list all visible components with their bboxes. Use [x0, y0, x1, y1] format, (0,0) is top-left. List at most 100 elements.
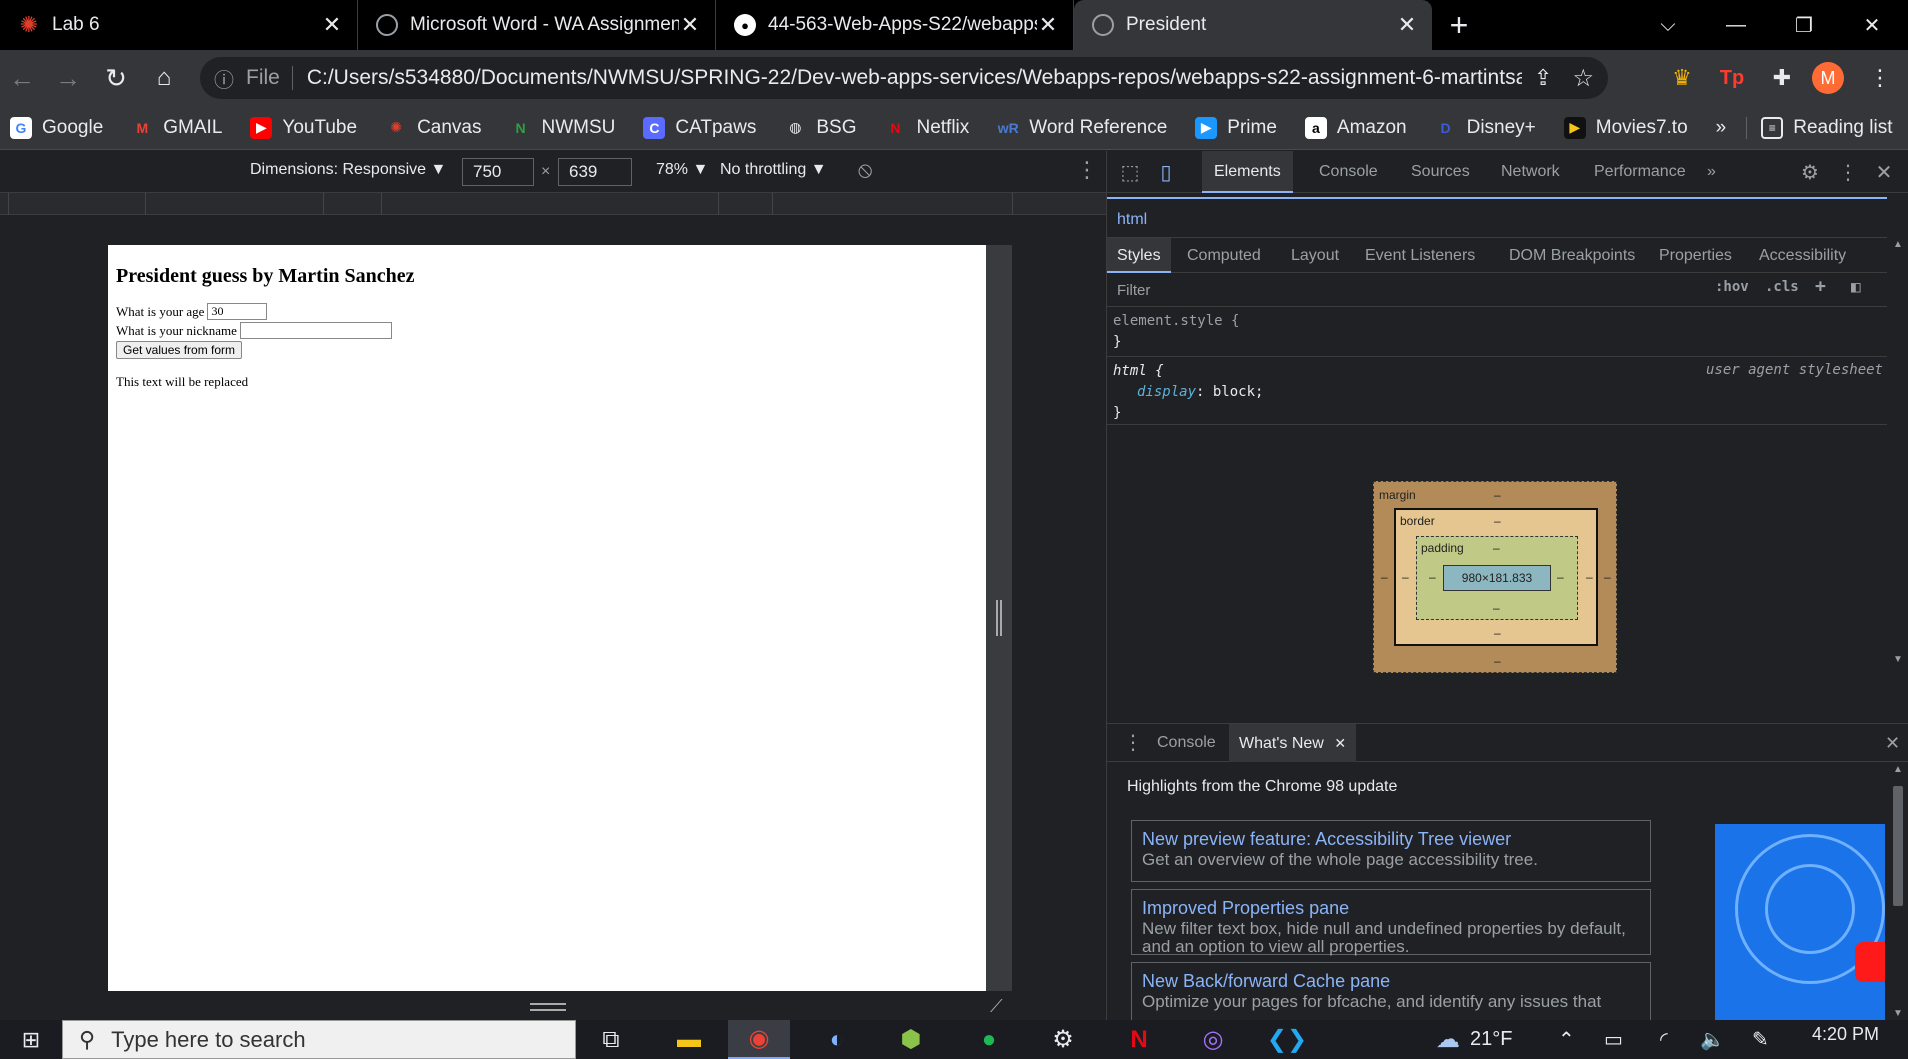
drawer-tab-console[interactable]: Console: [1147, 724, 1226, 762]
tray-chevron-icon[interactable]: ⌃: [1558, 1020, 1575, 1059]
hov-toggle[interactable]: :hov: [1715, 279, 1749, 295]
profile-avatar[interactable]: M: [1812, 62, 1844, 94]
box-model-content[interactable]: 980×181.833: [1443, 565, 1551, 591]
padding-right-value[interactable]: –: [1557, 570, 1564, 584]
box-model-padding[interactable]: padding – – – – 980×181.833: [1416, 536, 1578, 620]
devtools-menu-icon[interactable]: ⋮: [1835, 159, 1861, 185]
close-drawer-icon[interactable]: ✕: [1875, 724, 1908, 762]
padding-left-value[interactable]: –: [1429, 570, 1436, 584]
tp-extension-icon[interactable]: Tp: [1716, 62, 1748, 94]
settings-gear-icon[interactable]: ⚙: [1032, 1020, 1094, 1059]
padding-top-value[interactable]: –: [1493, 541, 1500, 555]
zoom-dropdown[interactable]: 78% ▼: [656, 161, 708, 179]
taskbar-search[interactable]: ⚲ Type here to search: [62, 1020, 576, 1059]
reading-list-button[interactable]: ≡ Reading list: [1746, 116, 1893, 139]
margin-right-value[interactable]: –: [1604, 570, 1611, 584]
dimensions-dropdown[interactable]: Dimensions: Responsive ▼: [250, 161, 446, 179]
task-view-icon[interactable]: ⧉: [580, 1020, 642, 1059]
subtab-computed[interactable]: Computed: [1177, 238, 1271, 273]
box-model-border[interactable]: border – – – – padding – – – – 980×181.8…: [1394, 508, 1598, 646]
media-query-ruler[interactable]: [0, 193, 1106, 215]
throttling-dropdown[interactable]: No throttling ▼: [720, 161, 827, 179]
tab-president[interactable]: President ✕: [1074, 0, 1432, 50]
bookmark-amazon[interactable]: a Amazon: [1304, 116, 1407, 139]
drawer-scrollbar[interactable]: ▲ ▼: [1887, 762, 1908, 1021]
padding-bottom-value[interactable]: –: [1493, 601, 1500, 615]
viewport-resize-handle-bottom[interactable]: [530, 1003, 566, 1011]
drawer-tab-whats-new[interactable]: What's New ✕: [1229, 724, 1357, 762]
reload-icon[interactable]: ↻: [98, 60, 134, 96]
close-icon[interactable]: ✕: [1396, 12, 1418, 38]
bookmark-google[interactable]: G Google: [10, 116, 103, 139]
home-icon[interactable]: ⌂: [146, 60, 182, 96]
subtab-layout[interactable]: Layout: [1281, 238, 1349, 273]
spotify-icon[interactable]: ●: [958, 1020, 1020, 1059]
box-model-margin[interactable]: margin – – – – border – – – – padding – …: [1373, 481, 1617, 673]
tab-lab6[interactable]: ✺ Lab 6 ✕: [0, 0, 358, 50]
box-app-icon[interactable]: ⬢: [880, 1020, 942, 1059]
subtab-event-listeners[interactable]: Event Listeners: [1355, 238, 1485, 273]
chrome-icon[interactable]: ◉: [728, 1020, 790, 1059]
rotate-icon[interactable]: ⦸: [858, 157, 872, 183]
restore-button[interactable]: ❐: [1770, 0, 1838, 50]
puzzle-extensions-icon[interactable]: ✚: [1766, 62, 1798, 94]
share-icon[interactable]: ⇪: [1534, 65, 1552, 91]
paint-icon[interactable]: ◐: [806, 1020, 868, 1059]
address-bar[interactable]: ⓘ File C:/Users/s534880/Documents/NWMSU/…: [200, 57, 1608, 99]
wifi-icon[interactable]: ◜: [1660, 1020, 1668, 1059]
margin-bottom-value[interactable]: –: [1494, 654, 1501, 668]
age-input[interactable]: [207, 303, 268, 320]
nickname-input[interactable]: [239, 322, 392, 339]
bookmark-youtube[interactable]: ▶ YouTube: [250, 116, 357, 139]
cls-toggle[interactable]: .cls: [1765, 279, 1799, 295]
sidebar-toggle-icon[interactable]: ◧: [1851, 277, 1861, 296]
subtab-accessibility[interactable]: Accessibility: [1749, 238, 1856, 273]
border-right-value[interactable]: –: [1586, 570, 1593, 584]
crown-extension-icon[interactable]: ♛: [1666, 62, 1698, 94]
new-tab-button[interactable]: +: [1432, 0, 1486, 50]
bookmark-netflix[interactable]: N Netflix: [884, 117, 969, 139]
info-icon[interactable]: ⓘ: [214, 64, 234, 93]
battery-icon[interactable]: ▭: [1604, 1020, 1623, 1059]
bookmark-word-reference[interactable]: wR Word Reference: [997, 117, 1168, 139]
border-top-value[interactable]: –: [1494, 514, 1501, 528]
viewport-resize-handle-right[interactable]: [986, 245, 1012, 991]
netflix-icon[interactable]: N: [1108, 1020, 1170, 1059]
width-input[interactable]: [462, 158, 534, 186]
styles-scrollbar[interactable]: ▲ ▼: [1887, 237, 1908, 667]
tab-performance[interactable]: Performance: [1582, 151, 1698, 193]
margin-top-value[interactable]: –: [1494, 488, 1501, 502]
url-text[interactable]: C:/Users/s534880/Documents/NWMSU/SPRING-…: [307, 66, 1522, 90]
whats-new-card[interactable]: New preview feature: Accessibility Tree …: [1131, 820, 1651, 882]
border-left-value[interactable]: –: [1402, 570, 1409, 584]
breadcrumb[interactable]: html: [1117, 211, 1147, 229]
device-toggle-icon[interactable]: ▯: [1153, 159, 1179, 185]
bookmark-movies7-to[interactable]: ▶ Movies7.to: [1563, 116, 1688, 139]
close-icon[interactable]: ✕: [1037, 12, 1059, 38]
bookmarks-overflow-icon[interactable]: »: [1716, 117, 1727, 139]
css-property[interactable]: display: [1113, 384, 1196, 400]
minimize-button[interactable]: —: [1702, 0, 1770, 50]
close-window-button[interactable]: ✕: [1838, 0, 1906, 50]
tab-github[interactable]: ● 44-563-Web-Apps-S22/webapps ✕: [716, 0, 1074, 50]
subtab-dom-breakpoints[interactable]: DOM Breakpoints: [1499, 238, 1645, 273]
bookmark-nwmsu[interactable]: N NWMSU: [510, 117, 615, 139]
margin-left-value[interactable]: –: [1381, 570, 1388, 584]
forward-icon[interactable]: →: [50, 60, 86, 96]
star-icon[interactable]: ☆: [1572, 64, 1594, 93]
bookmark-prime[interactable]: ▶ Prime: [1195, 116, 1277, 139]
bookmark-disney-[interactable]: D Disney+: [1435, 117, 1536, 139]
close-icon[interactable]: ✕: [321, 12, 343, 38]
whats-new-card[interactable]: Improved Properties pane New filter text…: [1131, 889, 1651, 956]
card-title[interactable]: Improved Properties pane: [1142, 896, 1640, 920]
tab-sources[interactable]: Sources: [1399, 151, 1482, 193]
card-title[interactable]: New preview feature: Accessibility Tree …: [1142, 827, 1640, 851]
gear-icon[interactable]: ⚙: [1797, 159, 1823, 185]
tab-elements[interactable]: Elements: [1202, 151, 1293, 193]
file-explorer-icon[interactable]: ▬: [658, 1020, 720, 1059]
element-style-rule[interactable]: element.style { }: [1107, 307, 1887, 357]
resize-corner-icon[interactable]: ⟋: [990, 996, 1003, 1017]
pen-icon[interactable]: ✎: [1752, 1020, 1769, 1059]
styles-filter-input[interactable]: [1113, 277, 1693, 303]
tab-search-icon[interactable]: ⌵: [1634, 0, 1702, 50]
